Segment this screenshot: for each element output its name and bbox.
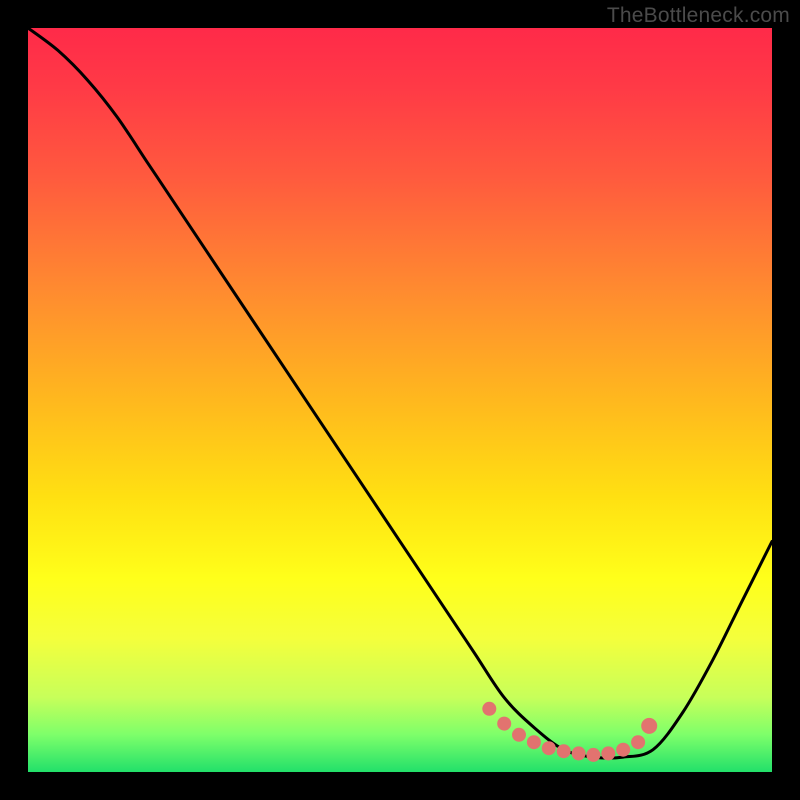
watermark-text: TheBottleneck.com bbox=[607, 4, 790, 28]
marker-dot bbox=[641, 718, 657, 734]
chart-svg bbox=[28, 28, 772, 772]
chart-frame: TheBottleneck.com bbox=[0, 0, 800, 800]
marker-dot bbox=[601, 746, 615, 760]
gradient-background bbox=[28, 28, 772, 772]
marker-dot bbox=[512, 728, 526, 742]
marker-dot bbox=[586, 748, 600, 762]
marker-dot bbox=[631, 735, 645, 749]
marker-dot bbox=[497, 717, 511, 731]
marker-dot bbox=[557, 744, 571, 758]
plot-area bbox=[28, 28, 772, 772]
marker-dot bbox=[527, 735, 541, 749]
marker-dot bbox=[572, 746, 586, 760]
marker-dot bbox=[616, 743, 630, 757]
marker-dot bbox=[542, 741, 556, 755]
marker-dot bbox=[482, 702, 496, 716]
